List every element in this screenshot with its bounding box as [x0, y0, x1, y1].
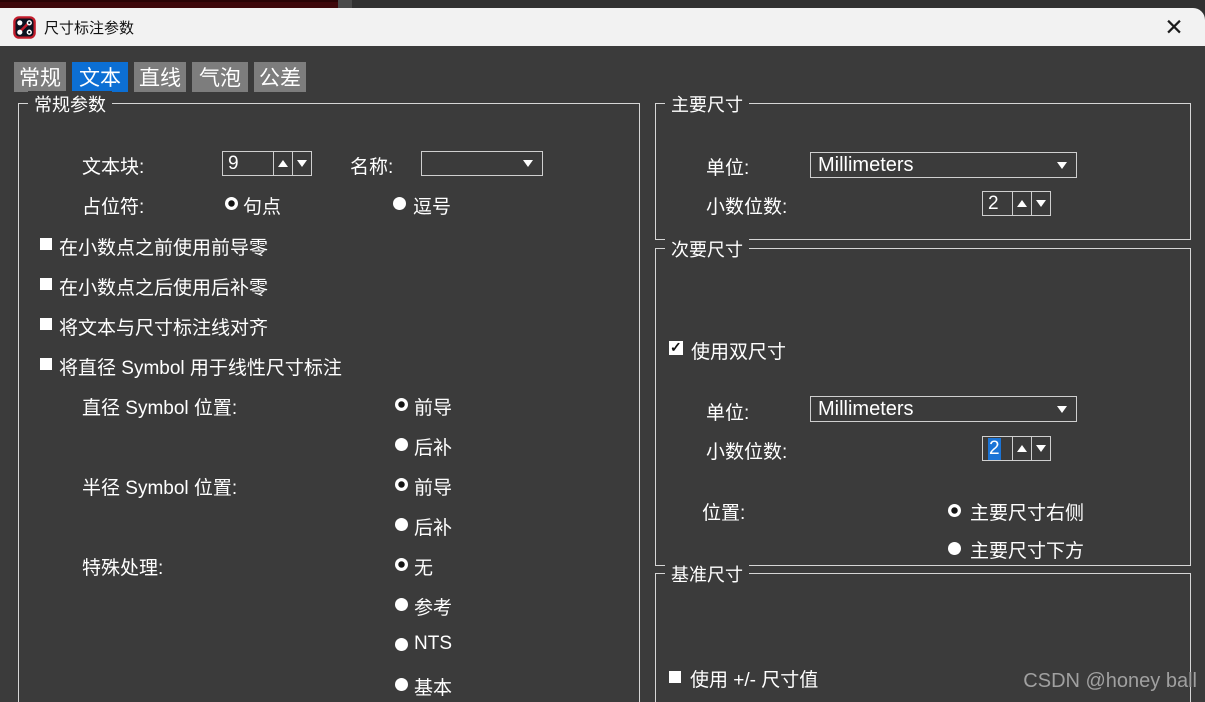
up-arrow-icon: [1017, 445, 1027, 452]
radio-special-nts-label: NTS: [414, 633, 452, 654]
checkbox-trailing-zero-label: 在小数点之后使用后补零: [59, 278, 269, 299]
primary-decimals-down-button[interactable]: [1031, 191, 1051, 216]
radio-position-right[interactable]: [948, 504, 961, 517]
primary-unit-dropdown[interactable]: Millimeters: [810, 152, 1077, 178]
radius-pos-label: 半径 Symbol 位置:: [82, 478, 238, 499]
checkbox-leading-zero[interactable]: [40, 238, 52, 250]
radio-diameter-trailing-label: 后补: [414, 438, 453, 459]
secondary-decimals-up-button[interactable]: [1012, 436, 1032, 461]
radio-position-below[interactable]: [948, 542, 961, 555]
tab-tolerance[interactable]: 公差: [254, 62, 306, 92]
secondary-decimals-down-button[interactable]: [1031, 436, 1051, 461]
name-label: 名称:: [350, 157, 394, 178]
text-block-down-button[interactable]: [292, 151, 312, 176]
radio-special-none[interactable]: [395, 558, 408, 571]
radio-diameter-leading-label: 前导: [414, 398, 453, 419]
up-arrow-icon: [278, 160, 288, 167]
radio-diameter-trailing[interactable]: [395, 438, 408, 451]
secondary-unit-label: 单位:: [706, 403, 750, 424]
radio-diameter-leading[interactable]: [395, 398, 408, 411]
tab-general[interactable]: 常规: [14, 62, 66, 92]
dimension-tool-icon: [13, 15, 36, 39]
text-block-up-button[interactable]: [273, 151, 293, 176]
diameter-pos-label: 直径 Symbol 位置:: [82, 398, 238, 419]
tab-balloon[interactable]: 气泡: [192, 62, 248, 92]
text-block-value[interactable]: 9: [222, 151, 274, 176]
dropdown-arrow-icon: [523, 160, 533, 167]
radio-comma[interactable]: [393, 197, 406, 210]
close-button[interactable]: ✕: [1157, 8, 1191, 46]
primary-decimals-spinner: 2: [982, 191, 1051, 216]
radio-period[interactable]: [225, 197, 238, 210]
radio-radius-trailing[interactable]: [395, 518, 408, 531]
primary-unit-label: 单位:: [706, 158, 750, 179]
group-datum-title: 基准尺寸: [665, 561, 749, 587]
watermark: CSDN @honey ball: [1023, 670, 1197, 692]
primary-decimals-value[interactable]: 2: [982, 191, 1013, 216]
text-block-label: 文本块:: [82, 157, 145, 178]
checkbox-align-text-label: 将文本与尺寸标注线对齐: [59, 318, 269, 339]
checkbox-align-text[interactable]: [40, 318, 52, 330]
radio-radius-leading[interactable]: [395, 478, 408, 491]
secondary-unit-value: Millimeters: [818, 397, 914, 420]
radio-special-ref-label: 参考: [414, 598, 453, 619]
primary-unit-value: Millimeters: [818, 153, 914, 176]
radio-special-nts[interactable]: [395, 638, 408, 651]
checkbox-dual-dimension-label: 使用双尺寸: [691, 342, 787, 363]
primary-decimals-up-button[interactable]: [1012, 191, 1032, 216]
radio-special-none-label: 无: [414, 558, 434, 579]
window-title: 尺寸标注参数: [44, 19, 135, 37]
radio-radius-trailing-label: 后补: [414, 518, 453, 539]
radio-special-basic-label: 基本: [414, 678, 453, 699]
secondary-decimals-spinner: 2: [982, 436, 1051, 461]
placeholder-label: 占位符:: [82, 197, 145, 218]
special-label: 特殊处理:: [82, 558, 164, 579]
checkbox-leading-zero-label: 在小数点之前使用前导零: [59, 238, 269, 259]
checkbox-diameter-symbol-label: 将直径 Symbol 用于线性尺寸标注: [59, 358, 342, 379]
down-arrow-icon: [1036, 445, 1046, 452]
radio-position-right-label: 主要尺寸右侧: [970, 503, 1085, 524]
checkbox-dual-dimension[interactable]: [669, 339, 683, 356]
checkbox-diameter-symbol[interactable]: [40, 358, 52, 370]
radio-special-ref[interactable]: [395, 598, 408, 611]
checkbox-trailing-zero[interactable]: [40, 278, 52, 290]
checkbox-plus-minus-label: 使用 +/- 尺寸值: [690, 670, 819, 691]
radio-special-basic[interactable]: [395, 678, 408, 691]
primary-decimals-label: 小数位数:: [706, 197, 788, 218]
down-arrow-icon: [297, 160, 307, 167]
tab-line[interactable]: 直线: [134, 62, 186, 92]
titlebar: 尺寸标注参数 ✕: [0, 8, 1205, 46]
position-label: 位置:: [702, 503, 746, 524]
tab-text[interactable]: 文本: [72, 62, 128, 92]
radio-radius-leading-label: 前导: [414, 478, 453, 499]
secondary-decimals-value[interactable]: 2: [982, 436, 1013, 461]
dropdown-arrow-icon: [1057, 161, 1067, 169]
dropdown-arrow-icon: [1057, 405, 1067, 413]
checkbox-plus-minus[interactable]: [669, 671, 681, 683]
group-secondary-title: 次要尺寸: [665, 236, 749, 262]
selected-text: 2: [988, 437, 1001, 460]
secondary-unit-dropdown[interactable]: Millimeters: [810, 396, 1077, 422]
secondary-decimals-label: 小数位数:: [706, 442, 788, 463]
name-dropdown[interactable]: [421, 151, 543, 176]
radio-position-below-label: 主要尺寸下方: [970, 541, 1085, 562]
down-arrow-icon: [1036, 200, 1046, 207]
up-arrow-icon: [1017, 200, 1027, 207]
group-general-title: 常规参数: [28, 91, 112, 117]
dimension-params-dialog: 尺寸标注参数 ✕ 常规 文本 直线 气泡 公差 常规参数 主要尺寸 次要尺寸 基…: [0, 0, 1205, 702]
text-block-spinner: 9: [222, 151, 312, 176]
radio-period-label: 句点: [243, 197, 282, 218]
group-primary-title: 主要尺寸: [665, 91, 749, 117]
radio-comma-label: 逗号: [413, 197, 452, 218]
